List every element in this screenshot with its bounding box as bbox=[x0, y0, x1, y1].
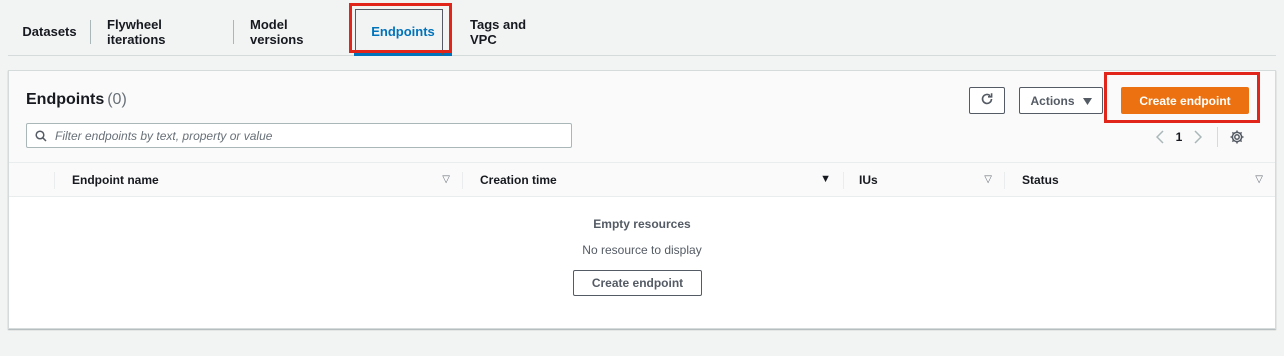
tab-tags-and-vpc[interactable]: Tags and VPC bbox=[454, 8, 564, 55]
pagination-divider bbox=[1217, 127, 1218, 147]
tab-endpoints[interactable]: Endpoints bbox=[352, 8, 454, 56]
tab-label: Endpoints bbox=[371, 24, 435, 39]
table-header: Endpoint name ▽ Creation time ▼ IUs ▽ St… bbox=[9, 163, 1275, 197]
tab-bar: Datasets Flywheel iterations Model versi… bbox=[8, 8, 1276, 56]
filter-search[interactable] bbox=[26, 123, 572, 148]
tab-flywheel-iterations[interactable]: Flywheel iterations bbox=[91, 8, 234, 55]
page-number[interactable]: 1 bbox=[1171, 130, 1187, 144]
search-input[interactable] bbox=[55, 128, 555, 143]
tab-label: Model versions bbox=[250, 16, 304, 47]
endpoints-panel: Endpoints(0) Actions Create endpoint bbox=[8, 70, 1276, 329]
caret-down-icon bbox=[1082, 94, 1092, 108]
resource-count: (0) bbox=[107, 91, 127, 108]
column-label: Status bbox=[1022, 173, 1059, 187]
panel-header: Endpoints(0) Actions Create endpoint bbox=[9, 71, 1275, 163]
empty-create-endpoint-button[interactable]: Create endpoint bbox=[573, 270, 702, 296]
column-header-creation-time[interactable]: Creation time ▼ bbox=[463, 163, 843, 197]
panel-title-text: Endpoints bbox=[26, 91, 105, 108]
column-header-status[interactable]: Status ▽ bbox=[1005, 163, 1275, 197]
refresh-icon bbox=[980, 92, 994, 109]
column-label: Endpoint name bbox=[72, 173, 159, 187]
tab-label: Datasets bbox=[22, 24, 77, 39]
tab-datasets[interactable]: Datasets bbox=[8, 8, 91, 55]
actions-button[interactable]: Actions bbox=[1019, 87, 1103, 114]
create-endpoint-button[interactable]: Create endpoint bbox=[1121, 87, 1249, 114]
sort-descending-icon: ▼ bbox=[820, 173, 831, 185]
sort-icon: ▽ bbox=[984, 174, 992, 185]
tab-label: Flywheel iterations bbox=[107, 16, 166, 47]
pagination: 1 bbox=[1149, 127, 1269, 147]
search-icon bbox=[27, 124, 55, 147]
actions-label: Actions bbox=[1030, 93, 1075, 108]
empty-state-title: Empty resources bbox=[593, 217, 691, 231]
chevron-left-icon[interactable] bbox=[1149, 130, 1171, 144]
panel-title: Endpoints (0) bbox=[26, 91, 127, 109]
tab-label: Tags and VPC bbox=[470, 16, 527, 47]
chevron-right-icon[interactable] bbox=[1187, 130, 1209, 144]
column-header-endpoint-name[interactable]: Endpoint name ▽ bbox=[55, 163, 462, 197]
column-label: Creation time bbox=[480, 173, 557, 187]
column-header-ius[interactable]: IUs ▽ bbox=[844, 163, 1004, 197]
gear-icon[interactable] bbox=[1228, 128, 1246, 146]
sort-icon: ▽ bbox=[1255, 174, 1263, 185]
sort-icon: ▽ bbox=[442, 174, 450, 185]
empty-state-text: No resource to display bbox=[582, 243, 702, 257]
refresh-button[interactable] bbox=[969, 87, 1005, 114]
tab-model-versions[interactable]: Model versions bbox=[234, 8, 352, 55]
column-label: IUs bbox=[859, 173, 878, 187]
